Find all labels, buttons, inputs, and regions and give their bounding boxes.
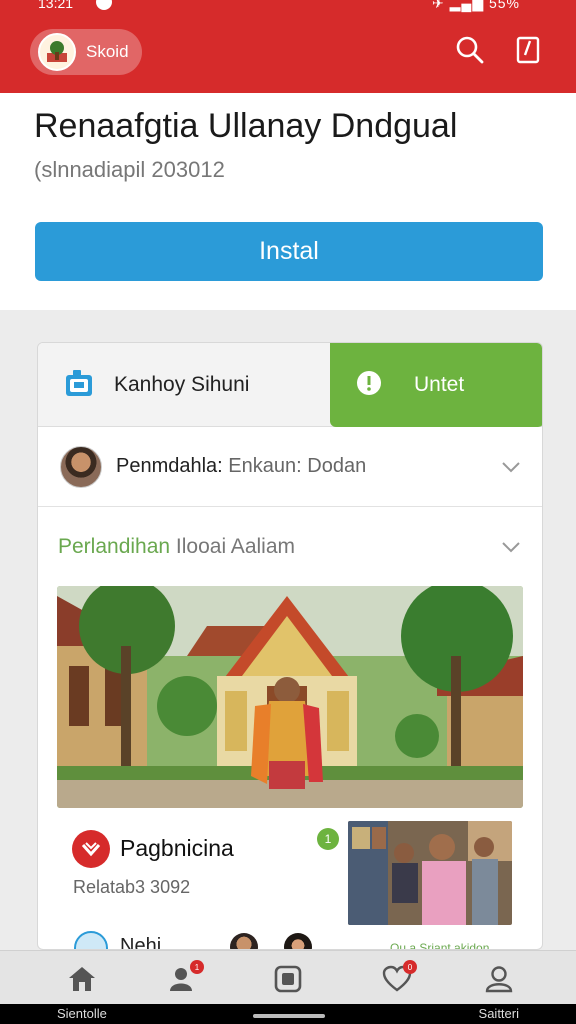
avatar [60,445,102,488]
status-time: 13:21 [38,0,74,11]
featured-photo[interactable] [57,586,523,808]
person-name: Penmdahla: [116,455,223,477]
search-icon[interactable] [454,34,486,66]
app-top-bar: 13:21 ✈ ▂▄▆ 55% Skoid [0,0,576,93]
home-icon[interactable] [66,963,98,995]
post-thumbnail[interactable] [348,821,512,925]
post-title[interactable]: Pagbnicina [120,835,234,862]
tab-left[interactable]: Kanhoy Sihuni [38,343,330,427]
status-indicators: ✈ ▂▄▆ 55% [432,0,520,11]
post-subtitle: Relatab3 3092 [73,877,191,897]
avatar [230,933,258,949]
post-badge: 1 [317,828,339,850]
app-name: Skoid [86,42,129,61]
section-row-text: Perlandihan Ilooai Aaliam [58,535,295,559]
people-icon[interactable]: 1 [168,960,204,995]
heart-icon[interactable]: 0 [381,960,417,995]
square-app-icon[interactable] [272,963,304,995]
status-bar: 13:21 ✈ ▂▄▆ 55% [0,0,576,14]
install-button[interactable]: Instal [35,222,543,281]
tab-left-label: Kanhoy Sihuni [114,373,250,396]
tab-right-label: Untet [414,373,465,396]
system-bar-right-label: Saitteri [478,1006,519,1021]
bag-icon [64,368,94,403]
home-gesture-handle[interactable] [253,1014,325,1018]
system-bar-left-label: Sientolle [57,1006,107,1021]
content-card: Kanhoy Sihuni Untet Penmdahla: Enkaun: D… [37,342,543,950]
page-title: Renaafgtia Ullanay Dndgual [34,107,458,145]
system-navigation-bar: Sientolle Saitteri [0,1004,576,1024]
notification-dot-icon [96,0,112,10]
profile-icon[interactable] [483,963,515,995]
page-subtitle: (slnnadiapil 203012 [34,157,225,182]
people-badge: 1 [190,960,204,974]
bottom-navigation: 1 0 [0,950,576,1004]
person-row[interactable]: Penmdahla: Enkaun: Dodan [38,427,542,507]
section-rest-text: Ilooai Aaliam [170,535,295,558]
app-brand-pill[interactable]: Skoid [30,29,142,75]
related-label: Nehi [120,935,162,950]
app-logo-icon [38,33,76,71]
share-icon[interactable] [512,34,544,66]
related-caption: Qu a Srjant akidon [390,941,490,950]
section-row[interactable]: Perlandihan Ilooai Aaliam [38,507,542,587]
avatar [284,933,312,949]
related-app-icon [74,931,108,949]
chevron-down-icon[interactable] [500,456,522,478]
heart-badge: 0 [403,960,417,974]
app-header: Renaafgtia Ullanay Dndgual (slnnadiapil … [0,93,576,310]
section-green-text: Perlandihan [58,535,171,558]
tab-bar: Kanhoy Sihuni Untet [38,343,542,427]
post-category-icon [72,830,110,868]
person-row-text: Penmdahla: Enkaun: Dodan [116,455,366,478]
related-row[interactable]: Nehi Qu a Srjant akidon [74,931,542,950]
person-detail: Enkaun: Dodan [222,455,367,477]
tab-right[interactable]: Untet [330,343,542,427]
chevron-down-icon[interactable] [500,536,522,558]
info-icon [356,370,382,401]
